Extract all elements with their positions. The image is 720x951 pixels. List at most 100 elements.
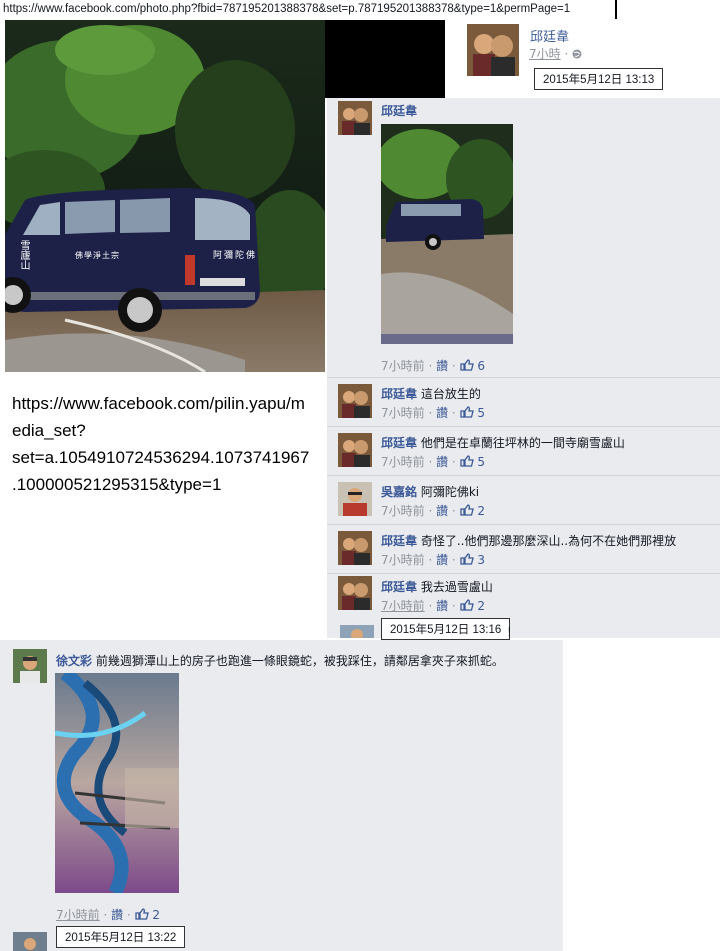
avatar[interactable] (13, 932, 47, 951)
like-count[interactable]: 5 (477, 455, 485, 469)
comment-item: 吳嘉銘 阿彌陀佛ki 7小時前 · 讚 · 2 (327, 475, 720, 524)
comment-item: 邱廷韋 這台放生的 7小時前 · 讚 · 5 (327, 377, 720, 426)
comment-text: 阿彌陀佛ki (420, 485, 480, 499)
thumbs-up-icon (459, 599, 474, 614)
meta-separator: · (564, 47, 569, 61)
like-count[interactable]: 2 (477, 599, 485, 613)
avatar[interactable] (338, 576, 372, 610)
comment-time[interactable]: 7小時前 (381, 406, 425, 420)
like-count[interactable]: 2 (152, 908, 160, 922)
comment-text: 我去過雪盧山 (420, 580, 493, 594)
like-count[interactable]: 6 (477, 359, 485, 373)
couple-avatar-icon (338, 384, 372, 418)
comment-item: 邱廷韋 我去過雪盧山 7小時前 · 讚 · 2 (327, 573, 720, 622)
comment-trailing-text: ! (507, 625, 512, 639)
comment-meta: 7小時前 · 讚 · 6 (381, 359, 486, 374)
bottom-comment-panel: 徐文彩 前幾週獅潭山上的房子也跑進一條眼鏡蛇，被我踩住，請鄰居拿夾子來抓蛇。 7… (0, 640, 563, 951)
thumbs-up-icon (134, 908, 149, 923)
comment-body: 吳嘉銘 阿彌陀佛ki (381, 483, 479, 500)
comment-body: 邱廷韋 這台放生的 (381, 385, 481, 402)
main-photo[interactable]: 雪廬山 阿彌陀佛 佛學淨土宗 (5, 20, 325, 372)
comment-photo[interactable] (54, 667, 179, 897)
like-link[interactable]: 讚 (436, 455, 448, 469)
like-link[interactable]: 讚 (436, 504, 448, 518)
van-photo-image (5, 20, 325, 372)
comment-author[interactable]: 邱廷韋 (381, 387, 417, 401)
comment-time[interactable]: 7小時前 (381, 599, 425, 613)
comment-meta: 7小時前 · 讚 · 3 (381, 553, 486, 568)
comments-panel: 邱廷韋 7小時前 · 讚 · 6 邱廷韋 這台放生的 7小時前 · 讚 · 5 … (327, 98, 720, 640)
comment-body: 邱廷韋 他們是在卓蘭往坪林的一間寺廟雪盧山 (381, 434, 625, 451)
man-avatar-icon (340, 625, 374, 638)
comment-meta: 7小時前 · 讚 · 5 (381, 406, 486, 420)
post-time[interactable]: 7小時 · (529, 45, 582, 62)
snake-photo-thumbnail (54, 667, 179, 897)
couple-avatar-icon (338, 433, 372, 467)
post-time-text[interactable]: 7小時 (529, 47, 561, 61)
like-link[interactable]: 讚 (436, 553, 448, 567)
post-author[interactable]: 邱廷韋 (530, 26, 569, 45)
avatar[interactable] (338, 482, 372, 516)
avatar[interactable] (338, 101, 372, 135)
linked-url-text: https://www.facebook.com/pilin.yapu/m ed… (12, 390, 322, 498)
comment-time[interactable]: 7小時前 (381, 455, 425, 469)
couple-avatar-icon (338, 531, 372, 565)
comment-author[interactable]: 徐文彩 (56, 654, 92, 668)
like-count[interactable]: 3 (477, 553, 485, 567)
avatar[interactable] (338, 384, 372, 418)
comment-time[interactable]: 7小時前 (381, 359, 425, 373)
comment-author[interactable]: 吳嘉銘 (381, 485, 417, 499)
man-avatar-icon (13, 649, 47, 683)
photo-viewer-bar (325, 20, 445, 98)
couple-avatar-icon (467, 24, 519, 76)
comment-author[interactable]: 邱廷韋 (381, 534, 417, 548)
comment-time[interactable]: 7小時前 (381, 553, 425, 567)
couple-avatar-icon (338, 576, 372, 610)
avatar[interactable] (338, 531, 372, 565)
comment-photo[interactable] (376, 124, 516, 344)
comment-text: 奇怪了..他們那邊那麼深山..為何不在她們那裡放 (420, 534, 677, 548)
comment-meta: 7小時前 · 讚 · 2 (381, 504, 486, 519)
comment-item: 邱廷韋 他們是在卓蘭往坪林的一間寺廟雪盧山 7小時前 · 讚 · 5 (327, 426, 720, 475)
thumbs-up-icon (459, 359, 474, 374)
post-time-tooltip: 2015年5月12日 13:13 (534, 68, 664, 90)
comment-text: 前幾週獅潭山上的房子也跑進一條眼鏡蛇，被我踩住，請鄰居拿夾子來抓蛇。 (95, 654, 504, 668)
man-avatar-icon (13, 932, 47, 951)
comment-author[interactable]: 邱廷韋 (381, 102, 417, 119)
globe-icon (572, 47, 582, 61)
comment-body: 邱廷韋 奇怪了..他們那邊那麼深山..為何不在她們那裡放 (381, 532, 676, 549)
man-avatar-icon (338, 482, 372, 516)
like-link[interactable]: 讚 (436, 599, 448, 613)
like-count[interactable]: 5 (477, 406, 485, 420)
comment-author[interactable]: 邱廷韋 (381, 580, 417, 594)
like-link[interactable]: 讚 (436, 359, 448, 373)
avatar[interactable] (338, 433, 372, 467)
avatar[interactable] (340, 625, 374, 638)
comment-time[interactable]: 7小時前 (56, 908, 100, 922)
van-lettering-right: 阿彌陀佛 (213, 251, 258, 261)
comment-author[interactable]: 邱廷韋 (381, 436, 417, 450)
address-bar[interactable]: https://www.facebook.com/photo.php?fbid=… (0, 0, 617, 19)
comment-item: 邱廷韋 7小時前 · 讚 · 6 (327, 98, 720, 376)
thumbs-up-icon (459, 504, 474, 519)
like-link[interactable]: 讚 (111, 908, 123, 922)
comment-meta: 7小時前 · 讚 · 5 (381, 455, 486, 469)
like-link[interactable]: 讚 (436, 406, 448, 420)
comment-meta: 7小時前 · 讚 · 2 (56, 908, 161, 923)
linked-url-line: set=a.1054910724536294.1073741967 (12, 448, 310, 467)
like-count[interactable]: 2 (477, 504, 485, 518)
avatar[interactable] (13, 649, 47, 683)
van-lettering-left: 雪廬山 (18, 240, 29, 270)
linked-url-line: https://www.facebook.com/pilin.yapu/m (12, 394, 305, 413)
comment-time[interactable]: 7小時前 (381, 504, 425, 518)
comment-time-tooltip: 2015年5月12日 13:22 (56, 926, 186, 948)
comment-item: 邱廷韋 奇怪了..他們那邊那麼深山..為何不在她們那裡放 7小時前 · 讚 · … (327, 524, 720, 573)
van-photo-thumbnail (376, 124, 516, 344)
avatar[interactable] (467, 24, 519, 76)
comment-body: 徐文彩 前幾週獅潭山上的房子也跑進一條眼鏡蛇，被我踩住，請鄰居拿夾子來抓蛇。 (56, 652, 504, 669)
thumbs-up-icon (459, 553, 474, 568)
linked-url-line: edia_set? (12, 421, 86, 440)
comment-body: 邱廷韋 我去過雪盧山 (381, 578, 493, 595)
van-lettering-center: 佛學淨土宗 (75, 251, 120, 260)
comment-text: 這台放生的 (420, 387, 481, 401)
